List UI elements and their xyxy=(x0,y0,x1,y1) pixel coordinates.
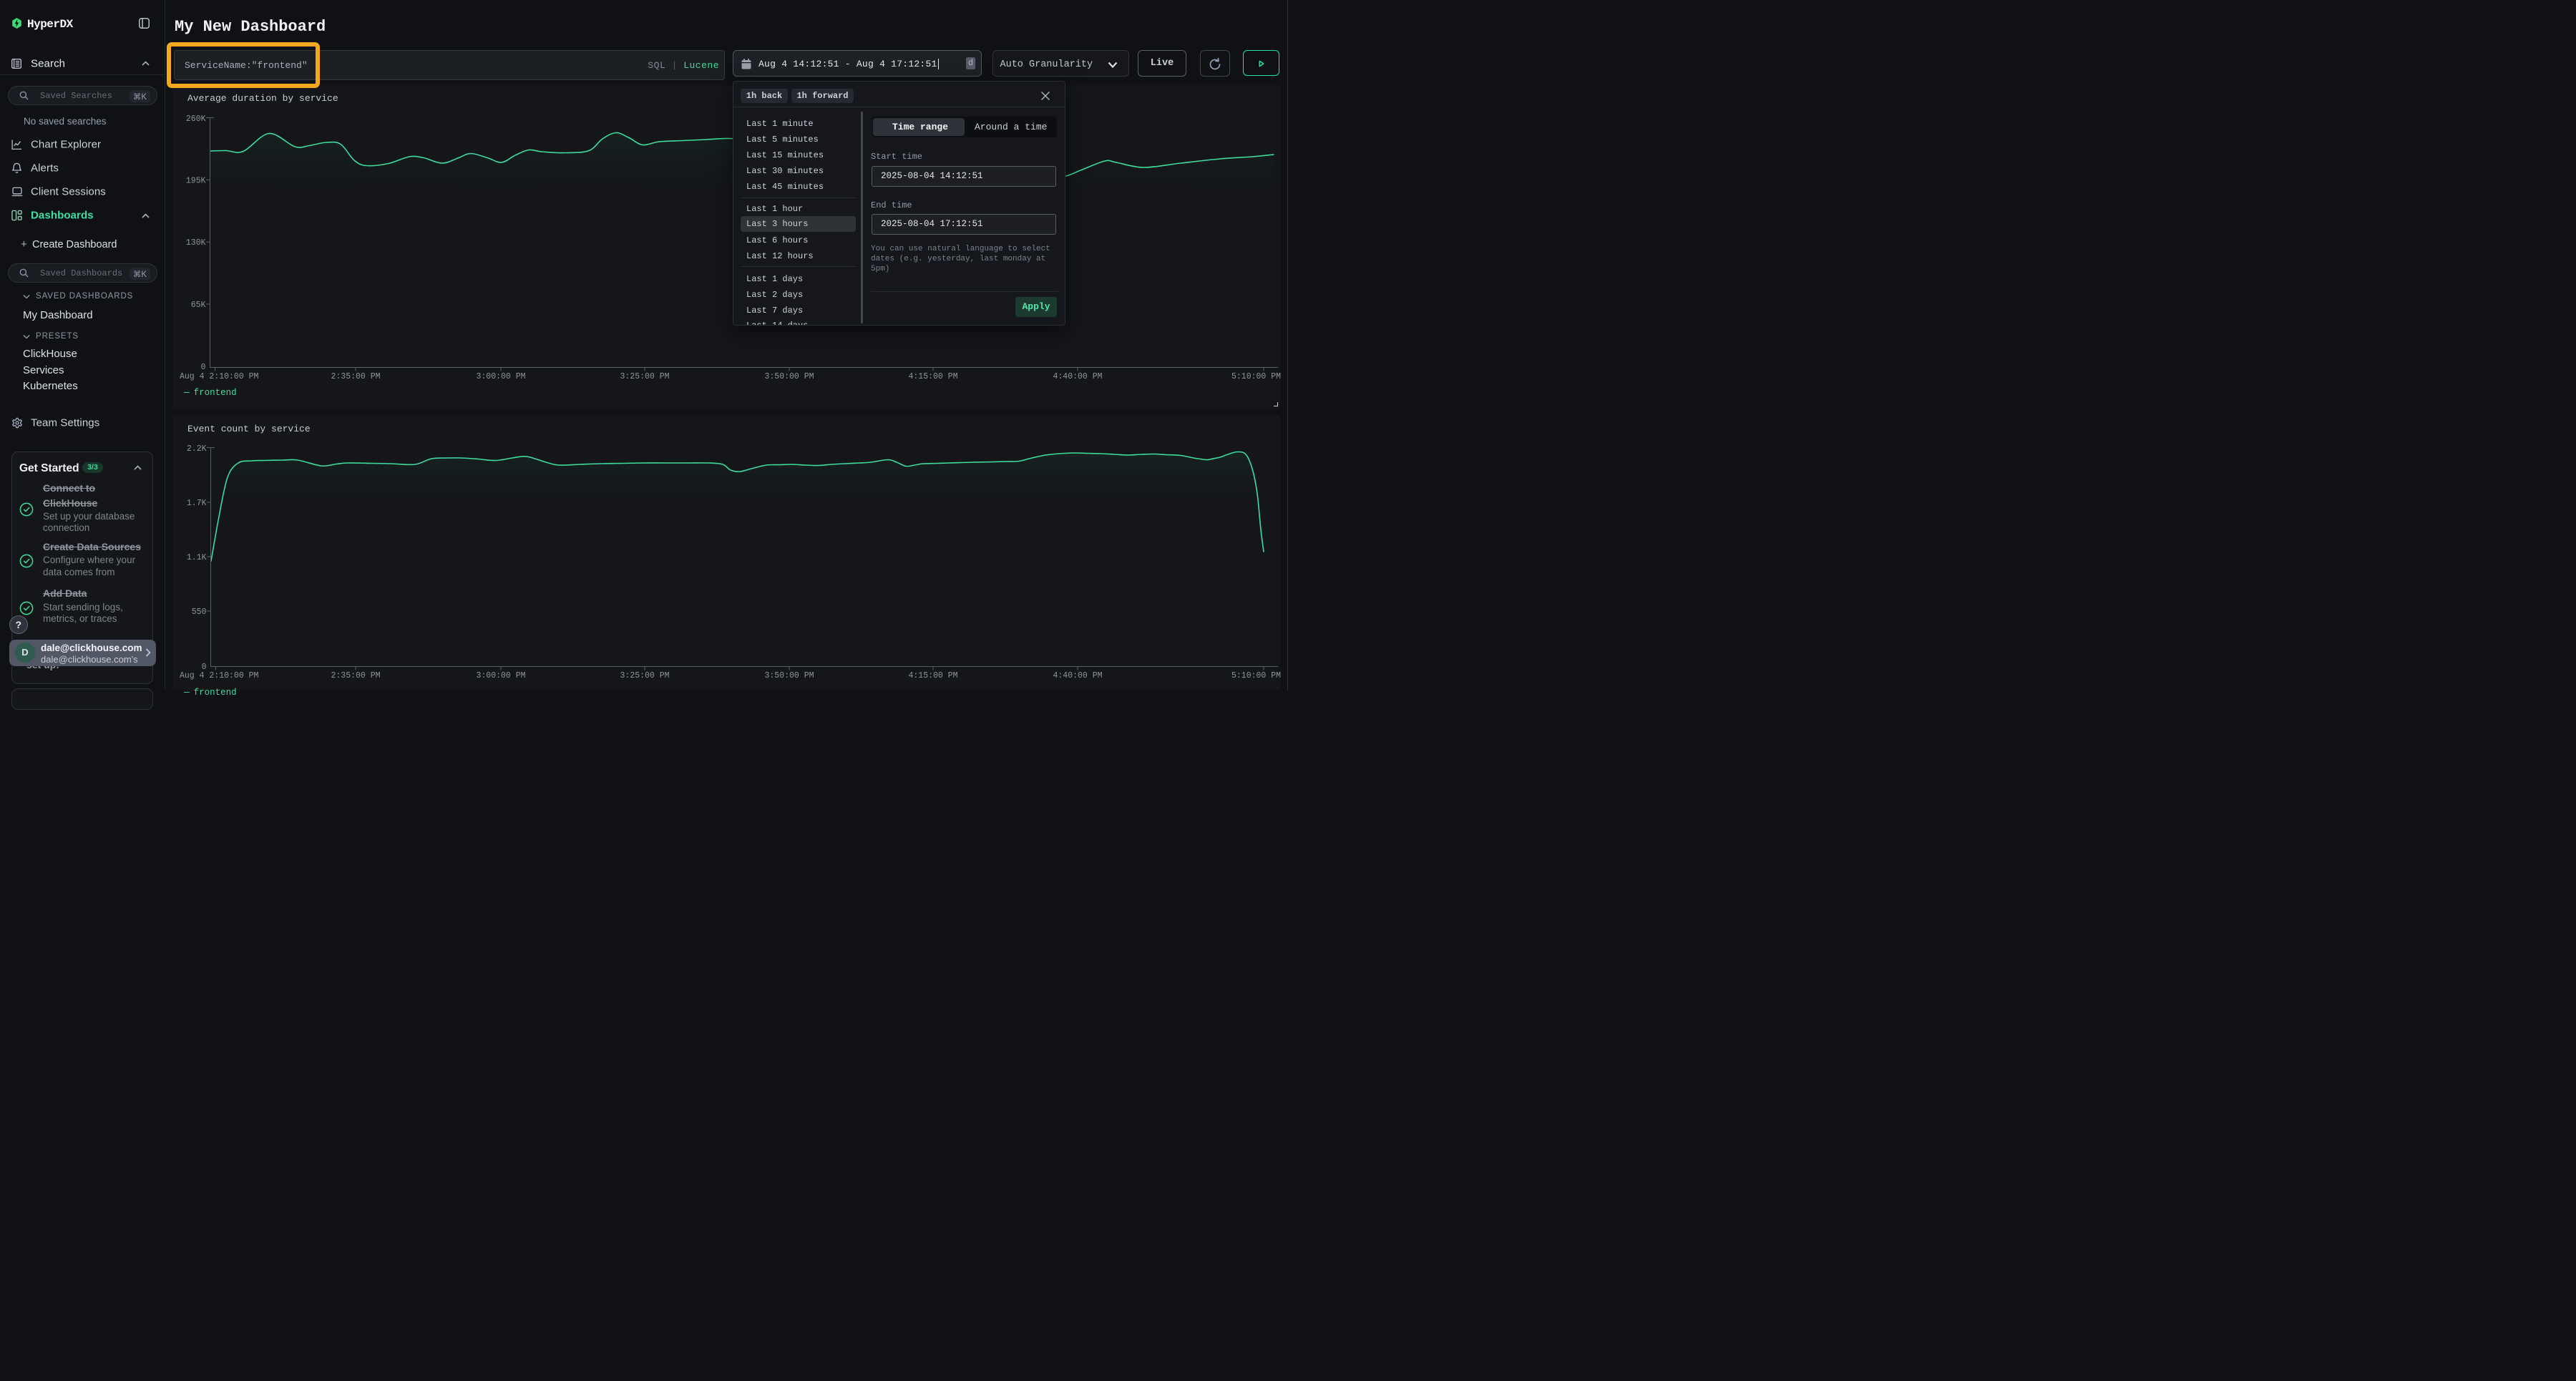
svg-text:260K: 260K xyxy=(186,114,206,124)
svg-text:0: 0 xyxy=(201,363,206,372)
svg-text:4:40:00 PM: 4:40:00 PM xyxy=(1053,671,1102,680)
svg-text:1.7K: 1.7K xyxy=(187,499,207,508)
svg-text:130K: 130K xyxy=(186,238,206,248)
svg-text:195K: 195K xyxy=(186,176,206,185)
svg-text:4:15:00 PM: 4:15:00 PM xyxy=(908,372,957,381)
svg-text:Aug 4 2:10:00 PM: Aug 4 2:10:00 PM xyxy=(180,372,259,381)
svg-text:5:10:00 PM: 5:10:00 PM xyxy=(1231,372,1281,381)
svg-text:65K: 65K xyxy=(191,301,206,310)
svg-text:4:15:00 PM: 4:15:00 PM xyxy=(908,671,957,680)
svg-text:4:40:00 PM: 4:40:00 PM xyxy=(1053,372,1102,381)
svg-text:5:10:00 PM: 5:10:00 PM xyxy=(1231,671,1281,680)
svg-text:550: 550 xyxy=(192,607,207,617)
svg-text:3:00:00 PM: 3:00:00 PM xyxy=(476,671,525,680)
svg-text:3:25:00 PM: 3:25:00 PM xyxy=(620,372,669,381)
svg-text:3:25:00 PM: 3:25:00 PM xyxy=(620,671,669,680)
svg-text:2:35:00 PM: 2:35:00 PM xyxy=(331,372,380,381)
svg-text:2.2K: 2.2K xyxy=(187,444,207,454)
svg-text:3:00:00 PM: 3:00:00 PM xyxy=(476,372,525,381)
svg-text:Aug 4 2:10:00 PM: Aug 4 2:10:00 PM xyxy=(180,671,259,680)
svg-text:1.1K: 1.1K xyxy=(187,553,207,562)
svg-text:3:50:00 PM: 3:50:00 PM xyxy=(764,671,814,680)
svg-text:2:35:00 PM: 2:35:00 PM xyxy=(331,671,380,680)
svg-text:3:50:00 PM: 3:50:00 PM xyxy=(764,372,814,381)
